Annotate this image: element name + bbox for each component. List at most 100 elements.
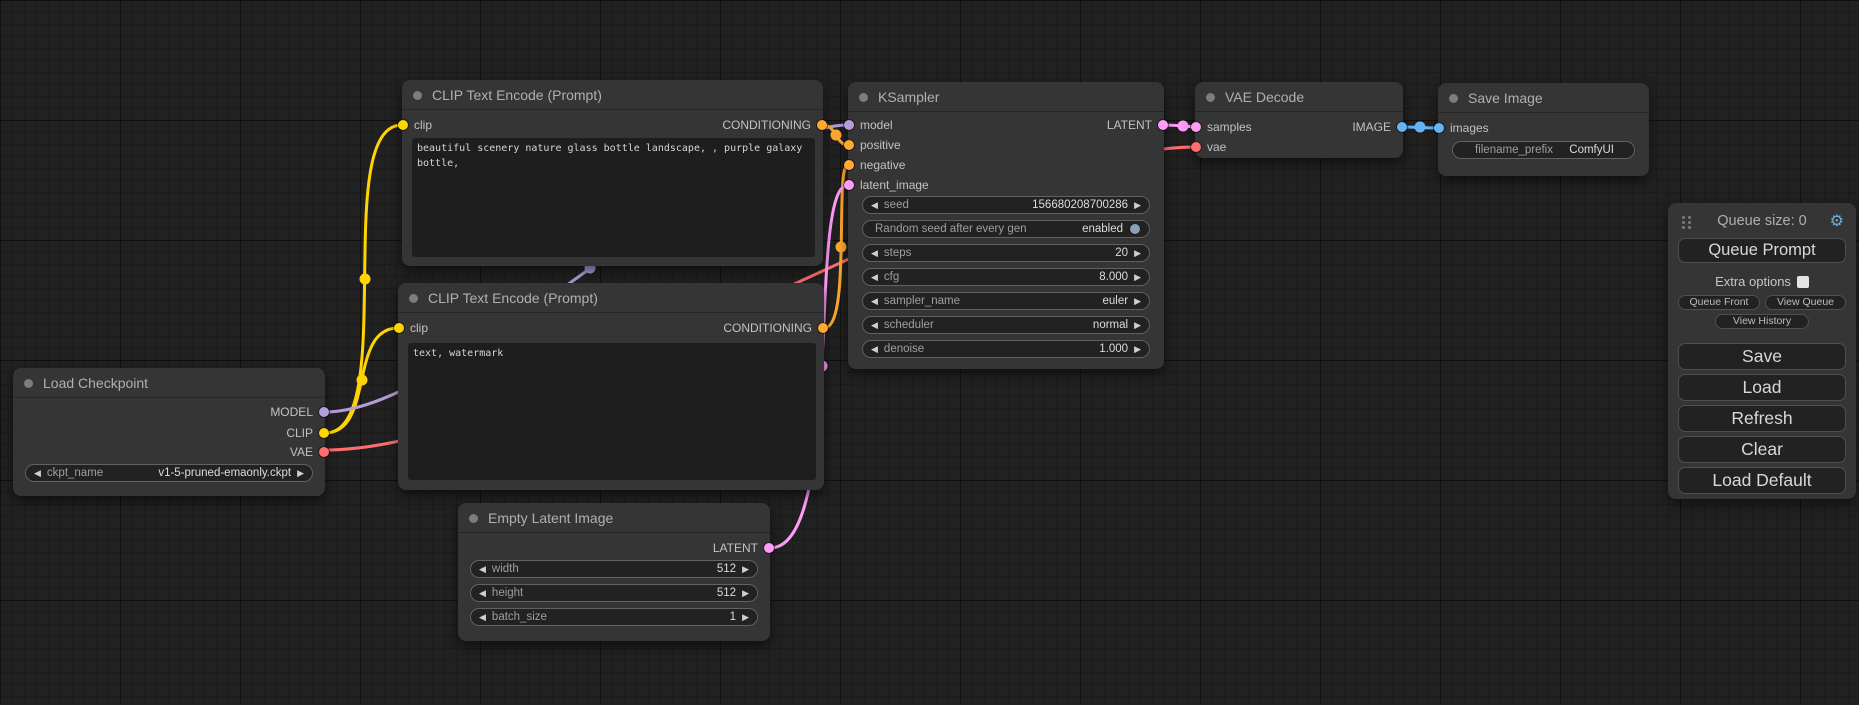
output-port-latent[interactable]	[1158, 120, 1168, 130]
widget-value: 156680208700286	[1032, 199, 1128, 211]
output-label: MODEL	[270, 405, 313, 419]
increment-arrow-icon[interactable]: ▶	[742, 584, 749, 602]
input-port-model[interactable]	[844, 120, 854, 130]
increment-arrow-icon[interactable]: ▶	[742, 560, 749, 578]
refresh-button[interactable]: Refresh	[1678, 405, 1846, 432]
output-label: CLIP	[286, 426, 313, 440]
input-port-clip[interactable]	[394, 323, 404, 333]
increment-arrow-icon[interactable]: ▶	[297, 464, 304, 482]
widget-batch-size[interactable]: ◀ batch_size 1 ▶	[470, 608, 758, 626]
toggle-knob[interactable]	[1129, 223, 1141, 235]
node-title: CLIP Text Encode (Prompt)	[432, 87, 602, 103]
decrement-arrow-icon[interactable]: ◀	[479, 608, 486, 626]
node-title-bar[interactable]: CLIP Text Encode (Prompt)	[402, 80, 823, 110]
output-port-vae[interactable]	[319, 447, 329, 457]
output-port-clip[interactable]	[319, 428, 329, 438]
input-port-images[interactable]	[1434, 123, 1444, 133]
node-title-bar[interactable]: Save Image	[1438, 83, 1649, 113]
collapse-dot-icon[interactable]	[1449, 94, 1458, 103]
load-button[interactable]: Load	[1678, 374, 1846, 401]
output-port-conditioning[interactable]	[818, 323, 828, 333]
output-label: LATENT	[713, 541, 758, 555]
collapse-dot-icon[interactable]	[469, 514, 478, 523]
decrement-arrow-icon[interactable]: ◀	[871, 292, 878, 310]
widget-scheduler[interactable]: ◀ scheduler normal ▶	[862, 316, 1150, 334]
input-port-latent-image[interactable]	[844, 180, 854, 190]
output-port-model[interactable]	[319, 407, 329, 417]
widget-label: ckpt_name	[47, 467, 103, 479]
save-button[interactable]: Save	[1678, 343, 1846, 370]
input-port-negative[interactable]	[844, 160, 854, 170]
output-port-latent[interactable]	[764, 543, 774, 553]
clear-button[interactable]: Clear	[1678, 436, 1846, 463]
widget-value: 20	[1115, 247, 1128, 259]
node-ksampler[interactable]: KSampler model positive negative latent_…	[848, 82, 1164, 369]
input-port-vae[interactable]	[1191, 142, 1201, 152]
prompt-textarea[interactable]: beautiful scenery nature glass bottle la…	[412, 138, 815, 257]
widget-steps[interactable]: ◀ steps 20 ▶	[862, 244, 1150, 262]
collapse-dot-icon[interactable]	[24, 379, 33, 388]
widget-sampler-name[interactable]: ◀ sampler_name euler ▶	[862, 292, 1150, 310]
decrement-arrow-icon[interactable]: ◀	[871, 268, 878, 286]
widget-filename-prefix[interactable]: filename_prefix ComfyUI	[1452, 141, 1635, 159]
settings-gear-icon[interactable]: ⚙︎	[1830, 211, 1844, 231]
node-load-checkpoint[interactable]: Load Checkpoint MODEL CLIP VAE ◀ ckpt_na…	[13, 368, 325, 496]
widget-cfg[interactable]: ◀ cfg 8.000 ▶	[862, 268, 1150, 286]
queue-front-button[interactable]: Queue Front	[1678, 295, 1760, 310]
input-port-positive[interactable]	[844, 140, 854, 150]
node-vae-decode[interactable]: VAE Decode samples vae IMAGE	[1195, 82, 1403, 158]
view-history-button[interactable]: View History	[1715, 314, 1809, 329]
output-port-image[interactable]	[1397, 122, 1407, 132]
collapse-dot-icon[interactable]	[413, 91, 422, 100]
widget-width[interactable]: ◀ width 512 ▶	[470, 560, 758, 578]
increment-arrow-icon[interactable]: ▶	[1134, 316, 1141, 334]
node-title-bar[interactable]: Load Checkpoint	[13, 368, 325, 398]
widget-value: 8.000	[1099, 271, 1128, 283]
widget-random-seed-toggle[interactable]: Random seed after every gen enabled	[862, 220, 1150, 238]
output-label: IMAGE	[1352, 120, 1391, 134]
view-queue-button[interactable]: View Queue	[1765, 295, 1846, 310]
widget-ckpt-name[interactable]: ◀ ckpt_name v1-5-pruned-emaonly.ckpt ▶	[25, 464, 313, 482]
input-label: vae	[1207, 140, 1226, 154]
node-clip-text-encode-positive[interactable]: CLIP Text Encode (Prompt) clip CONDITION…	[402, 80, 823, 266]
node-title: KSampler	[878, 89, 939, 105]
collapse-dot-icon[interactable]	[1206, 93, 1215, 102]
node-title-bar[interactable]: KSampler	[848, 82, 1164, 112]
widget-height[interactable]: ◀ height 512 ▶	[470, 584, 758, 602]
collapse-dot-icon[interactable]	[859, 93, 868, 102]
widget-label: filename_prefix	[1475, 144, 1553, 156]
decrement-arrow-icon[interactable]: ◀	[871, 340, 878, 358]
decrement-arrow-icon[interactable]: ◀	[871, 316, 878, 334]
output-label: CONDITIONING	[722, 118, 811, 132]
decrement-arrow-icon[interactable]: ◀	[871, 196, 878, 214]
load-default-button[interactable]: Load Default	[1678, 467, 1846, 494]
node-title-bar[interactable]: CLIP Text Encode (Prompt)	[398, 283, 824, 313]
widget-seed[interactable]: ◀ seed 156680208700286 ▶	[862, 196, 1150, 214]
drag-handle-icon[interactable]	[1682, 216, 1685, 219]
decrement-arrow-icon[interactable]: ◀	[34, 464, 41, 482]
queue-prompt-button[interactable]: Queue Prompt	[1678, 238, 1846, 263]
widget-value: euler	[1103, 295, 1129, 307]
widget-label: height	[492, 587, 523, 599]
increment-arrow-icon[interactable]: ▶	[1134, 268, 1141, 286]
increment-arrow-icon[interactable]: ▶	[1134, 244, 1141, 262]
extra-options-checkbox[interactable]	[1797, 276, 1809, 288]
node-title-bar[interactable]: Empty Latent Image	[458, 503, 770, 533]
decrement-arrow-icon[interactable]: ◀	[871, 244, 878, 262]
input-port-samples[interactable]	[1191, 122, 1201, 132]
input-port-clip[interactable]	[398, 120, 408, 130]
prompt-textarea[interactable]: text, watermark	[408, 343, 816, 480]
node-save-image[interactable]: Save Image images filename_prefix ComfyU…	[1438, 83, 1649, 176]
node-empty-latent-image[interactable]: Empty Latent Image LATENT ◀ width 512 ▶ …	[458, 503, 770, 641]
decrement-arrow-icon[interactable]: ◀	[479, 584, 486, 602]
increment-arrow-icon[interactable]: ▶	[1134, 196, 1141, 214]
widget-denoise[interactable]: ◀ denoise 1.000 ▶	[862, 340, 1150, 358]
output-port-conditioning[interactable]	[817, 120, 827, 130]
decrement-arrow-icon[interactable]: ◀	[479, 560, 486, 578]
collapse-dot-icon[interactable]	[409, 294, 418, 303]
node-clip-text-encode-negative[interactable]: CLIP Text Encode (Prompt) clip CONDITION…	[398, 283, 824, 490]
node-title-bar[interactable]: VAE Decode	[1195, 82, 1403, 112]
increment-arrow-icon[interactable]: ▶	[742, 608, 749, 626]
increment-arrow-icon[interactable]: ▶	[1134, 340, 1141, 358]
increment-arrow-icon[interactable]: ▶	[1134, 292, 1141, 310]
